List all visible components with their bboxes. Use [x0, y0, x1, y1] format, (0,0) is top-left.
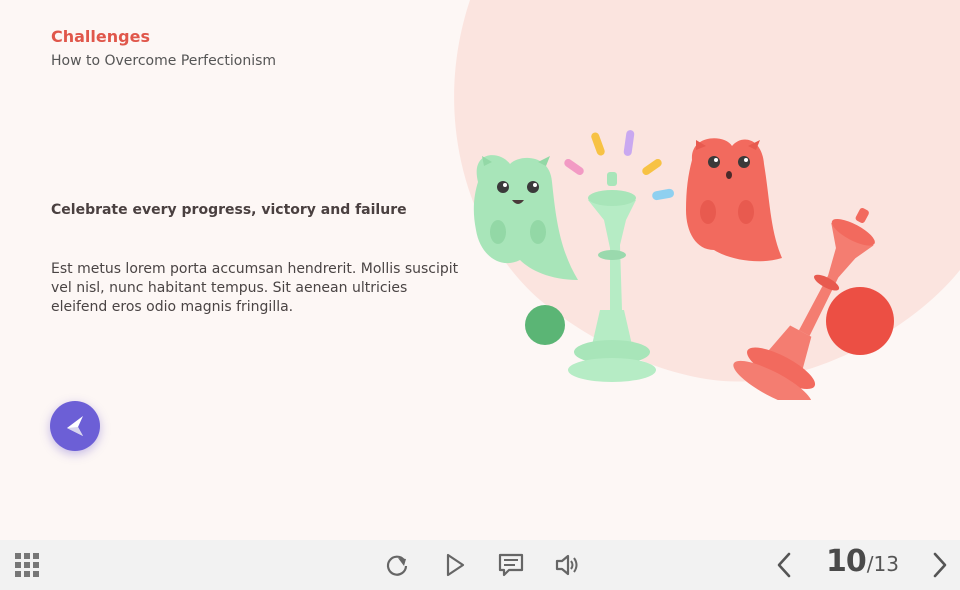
page-counter: 10 / 13	[826, 544, 899, 584]
replay-icon[interactable]	[384, 552, 410, 578]
chevron-left-icon[interactable]	[772, 552, 798, 578]
chevron-right-icon[interactable]	[926, 552, 952, 578]
chat-bubble-icon[interactable]	[498, 552, 524, 578]
total-pages: 13	[873, 552, 899, 576]
content-headline: Celebrate every progress, victory and fa…	[51, 202, 407, 218]
current-page: 10	[826, 544, 867, 579]
chess-ghosts-illustration	[473, 130, 894, 400]
grid-icon[interactable]	[14, 552, 40, 578]
speaker-icon[interactable]	[555, 552, 581, 578]
page-separator: /	[866, 552, 874, 576]
slide-subtitle: How to Overcome Perfectionism	[51, 53, 277, 69]
content-body: Est metus lorem porta accumsan hendrerit…	[51, 261, 459, 315]
player-toolbar	[0, 540, 960, 590]
slide: Challenges How to Overcome Perfectionism…	[0, 0, 960, 540]
arrow-left-icon	[67, 416, 83, 436]
play-icon[interactable]	[442, 552, 468, 578]
slide-section-title: Challenges	[51, 27, 150, 46]
back-button[interactable]	[50, 401, 100, 451]
